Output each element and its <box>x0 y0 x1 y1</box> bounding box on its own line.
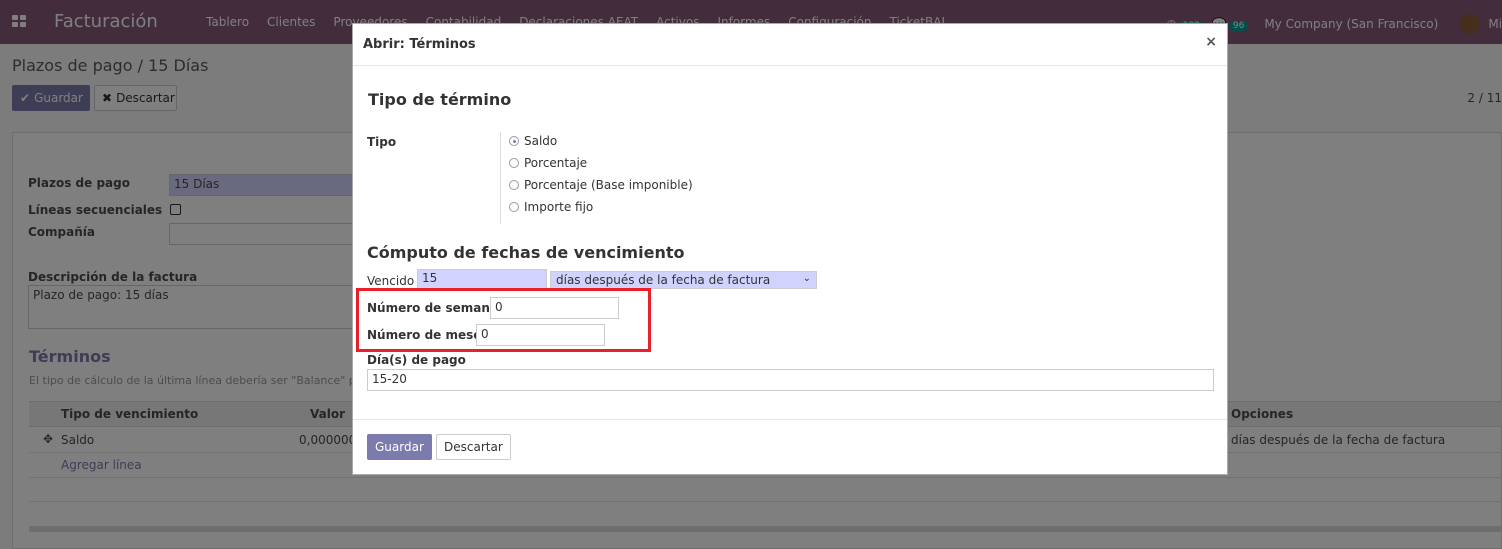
chevron-down-icon: ⌄ <box>802 273 811 284</box>
radio-fixed-amount-label: Importe fijo <box>524 200 594 214</box>
dialog-title: Abrir: Términos <box>363 37 476 52</box>
type-label: Tipo <box>367 135 397 149</box>
due-option-select[interactable]: días después de la fecha de factura ⌄ <box>550 271 817 289</box>
due-days-input[interactable]: 15 <box>417 269 547 289</box>
radio-percent-label: Porcentaje <box>524 156 588 170</box>
due-option-value: días después de la fecha de factura <box>556 273 771 287</box>
radio-fixed-amount[interactable]: Importe fijo <box>509 200 593 214</box>
dialog-save-button[interactable]: Guardar <box>367 434 432 460</box>
label-separator <box>500 132 501 224</box>
dialog-discard-label: Descartar <box>444 440 503 454</box>
payment-days-input[interactable]: 15-20 <box>367 369 1214 391</box>
terms-dialog: Abrir: Términos × Tipo de término Tipo S… <box>352 23 1228 475</box>
dialog-discard-button[interactable]: Descartar <box>436 434 511 460</box>
radio-percent-base-label: Porcentaje (Base imponible) <box>524 178 693 192</box>
radio-unchecked-icon[interactable] <box>509 180 519 190</box>
due-label: Vencido <box>367 274 415 288</box>
radio-balance-label: Saldo <box>524 134 558 148</box>
radio-checked-icon[interactable] <box>509 136 519 146</box>
term-type-heading: Tipo de término <box>368 90 512 109</box>
radio-unchecked-icon[interactable] <box>509 202 519 212</box>
payment-days-label: Día(s) de pago <box>367 353 466 367</box>
dialog-footer-divider <box>353 419 1227 420</box>
dialog-header: Abrir: Términos × <box>353 24 1227 66</box>
dialog-save-label: Guardar <box>375 440 424 454</box>
close-icon[interactable]: × <box>1205 34 1217 50</box>
radio-balance[interactable]: Saldo <box>509 134 557 148</box>
radio-unchecked-icon[interactable] <box>509 158 519 168</box>
radio-percent[interactable]: Porcentaje <box>509 156 587 170</box>
highlight-box <box>356 288 651 352</box>
due-dates-heading: Cómputo de fechas de vencimiento <box>367 243 685 262</box>
radio-percent-base[interactable]: Porcentaje (Base imponible) <box>509 178 693 192</box>
